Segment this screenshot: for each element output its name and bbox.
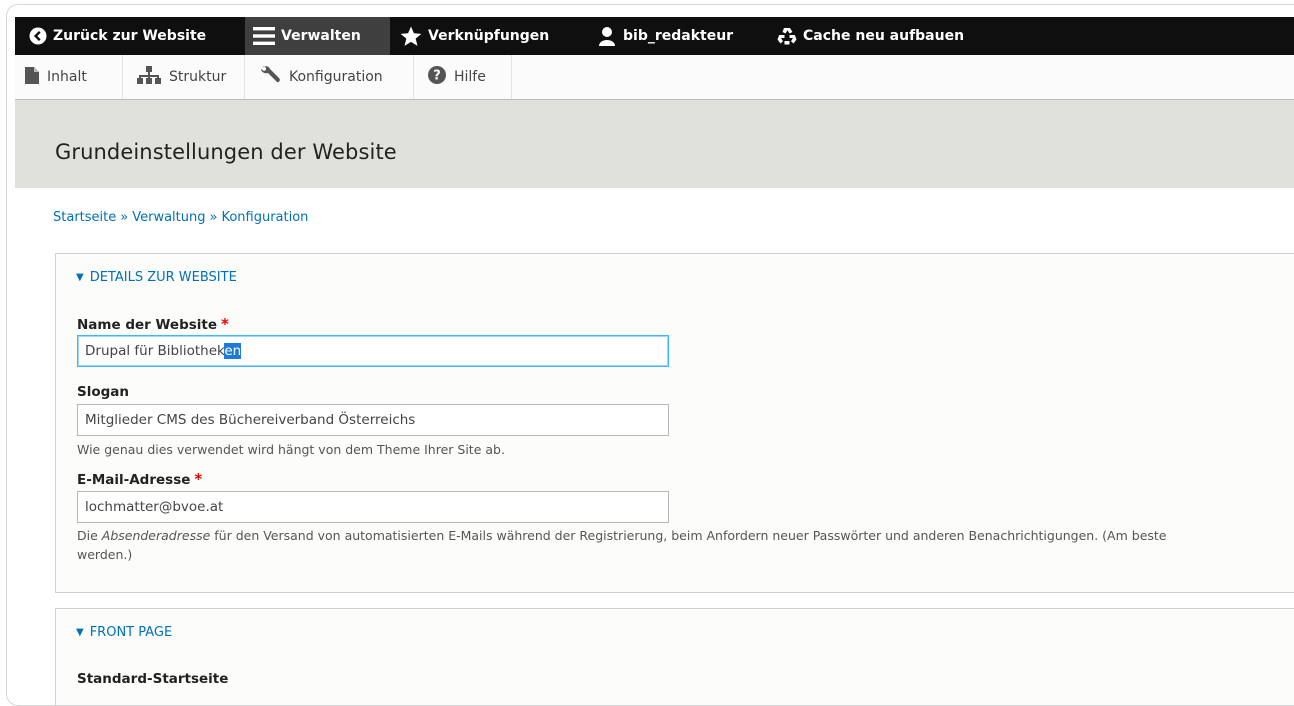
page-header: Grundeinstellungen der Website xyxy=(15,100,1294,188)
back-to-site-link[interactable]: Zurück zur Website xyxy=(29,17,206,55)
triangle-down-icon: ▼ xyxy=(76,272,84,283)
tray-item-konfiguration[interactable]: Konfiguration xyxy=(245,55,414,99)
email-input[interactable]: lochmatter@bvoe.at xyxy=(77,491,669,523)
site-name-label-text: Name der Website xyxy=(77,317,218,333)
breadcrumb-config[interactable]: Konfiguration xyxy=(221,210,308,225)
required-marker: * xyxy=(221,315,229,333)
wrench-icon xyxy=(259,65,281,89)
site-name-label: Name der Website * xyxy=(77,315,229,333)
tray-item-inhalt[interactable]: Inhalt xyxy=(15,55,123,99)
front-page-summary-label: Front page xyxy=(89,625,173,640)
breadcrumb-admin[interactable]: Verwaltung xyxy=(132,210,205,225)
breadcrumb-separator: » xyxy=(120,210,129,225)
tray-item-label: Hilfe xyxy=(454,69,486,85)
breadcrumb: Startseite» Verwaltung» Konfiguration xyxy=(53,210,308,225)
user-icon xyxy=(597,26,617,46)
front-page-fieldset: ▼ Front page Standard-Startseite xyxy=(55,608,1294,705)
manage-tab[interactable]: Verwalten xyxy=(245,17,390,55)
cache-label: Cache neu aufbauen xyxy=(803,28,965,44)
shortcuts-tab[interactable]: Verknüpfungen xyxy=(400,17,549,55)
page-title: Grundeinstellungen der Website xyxy=(55,140,397,164)
sitemap-icon xyxy=(137,66,161,88)
chevron-left-circle-icon xyxy=(29,27,47,45)
browser-frame: Zurück zur Website Verwalten Verknüpfung… xyxy=(6,4,1294,706)
user-tab[interactable]: bib_redakteur xyxy=(597,17,733,55)
email-description-line2: werden.) xyxy=(77,547,133,562)
site-details-summary[interactable]: ▼ Details zur Website xyxy=(76,270,237,285)
required-marker: * xyxy=(194,470,203,488)
tray-item-label: Konfiguration xyxy=(289,69,383,85)
slogan-description: Wie genau dies verwendet wird hängt von … xyxy=(77,442,505,457)
email-desc-pre: Die xyxy=(77,528,102,543)
email-description: Die Absenderadresse für den Versand von … xyxy=(77,528,1166,543)
default-front-page-label: Standard-Startseite xyxy=(77,671,229,687)
slogan-label: Slogan xyxy=(77,384,130,400)
svg-text:?: ? xyxy=(433,69,441,84)
slogan-value: Mitglieder CMS des Büchereiverband Öster… xyxy=(85,412,416,428)
email-label-text: E-Mail-Adresse xyxy=(77,472,191,488)
email-desc-post: für den Versand von automatisierten E-Ma… xyxy=(210,528,1167,543)
help-icon: ? xyxy=(428,66,446,88)
site-details-fieldset: ▼ Details zur Website Name der Website * … xyxy=(55,253,1294,593)
file-icon xyxy=(25,66,39,88)
site-name-input[interactable]: Drupal für Bibliotheken xyxy=(77,335,669,367)
slogan-input[interactable]: Mitglieder CMS des Büchereiverband Öster… xyxy=(77,404,669,436)
breadcrumb-separator: » xyxy=(209,210,218,225)
back-to-site-label: Zurück zur Website xyxy=(53,28,207,44)
recycle-icon xyxy=(777,26,797,46)
site-details-summary-label: Details zur Website xyxy=(89,270,237,285)
front-page-summary[interactable]: ▼ Front page xyxy=(76,625,172,640)
email-desc-emphasis: Absenderadresse xyxy=(101,528,211,543)
user-label: bib_redakteur xyxy=(623,28,734,44)
tray-item-label: Struktur xyxy=(169,69,227,85)
star-icon xyxy=(400,25,422,47)
breadcrumb-home[interactable]: Startseite xyxy=(53,210,116,225)
admin-toolbar: Zurück zur Website Verwalten Verknüpfung… xyxy=(15,17,1294,55)
page-viewport: Zurück zur Website Verwalten Verknüpfung… xyxy=(15,17,1294,705)
site-name-selected-text: en xyxy=(224,343,242,359)
tray-item-label: Inhalt xyxy=(47,69,87,85)
admin-tray: Inhalt Struktur Konfiguration ? Hilfe xyxy=(15,55,1294,100)
triangle-down-icon: ▼ xyxy=(76,627,84,638)
manage-label: Verwalten xyxy=(281,28,361,44)
site-name-value: Drupal für Bibliothek xyxy=(85,343,225,359)
shortcuts-label: Verknüpfungen xyxy=(428,28,550,44)
email-label: E-Mail-Adresse * xyxy=(77,470,202,488)
email-value: lochmatter@bvoe.at xyxy=(85,499,224,515)
hamburger-icon xyxy=(253,26,275,46)
tray-item-hilfe[interactable]: ? Hilfe xyxy=(414,55,512,99)
cache-rebuild-link[interactable]: Cache neu aufbauen xyxy=(777,17,964,55)
tray-item-struktur[interactable]: Struktur xyxy=(123,55,245,99)
